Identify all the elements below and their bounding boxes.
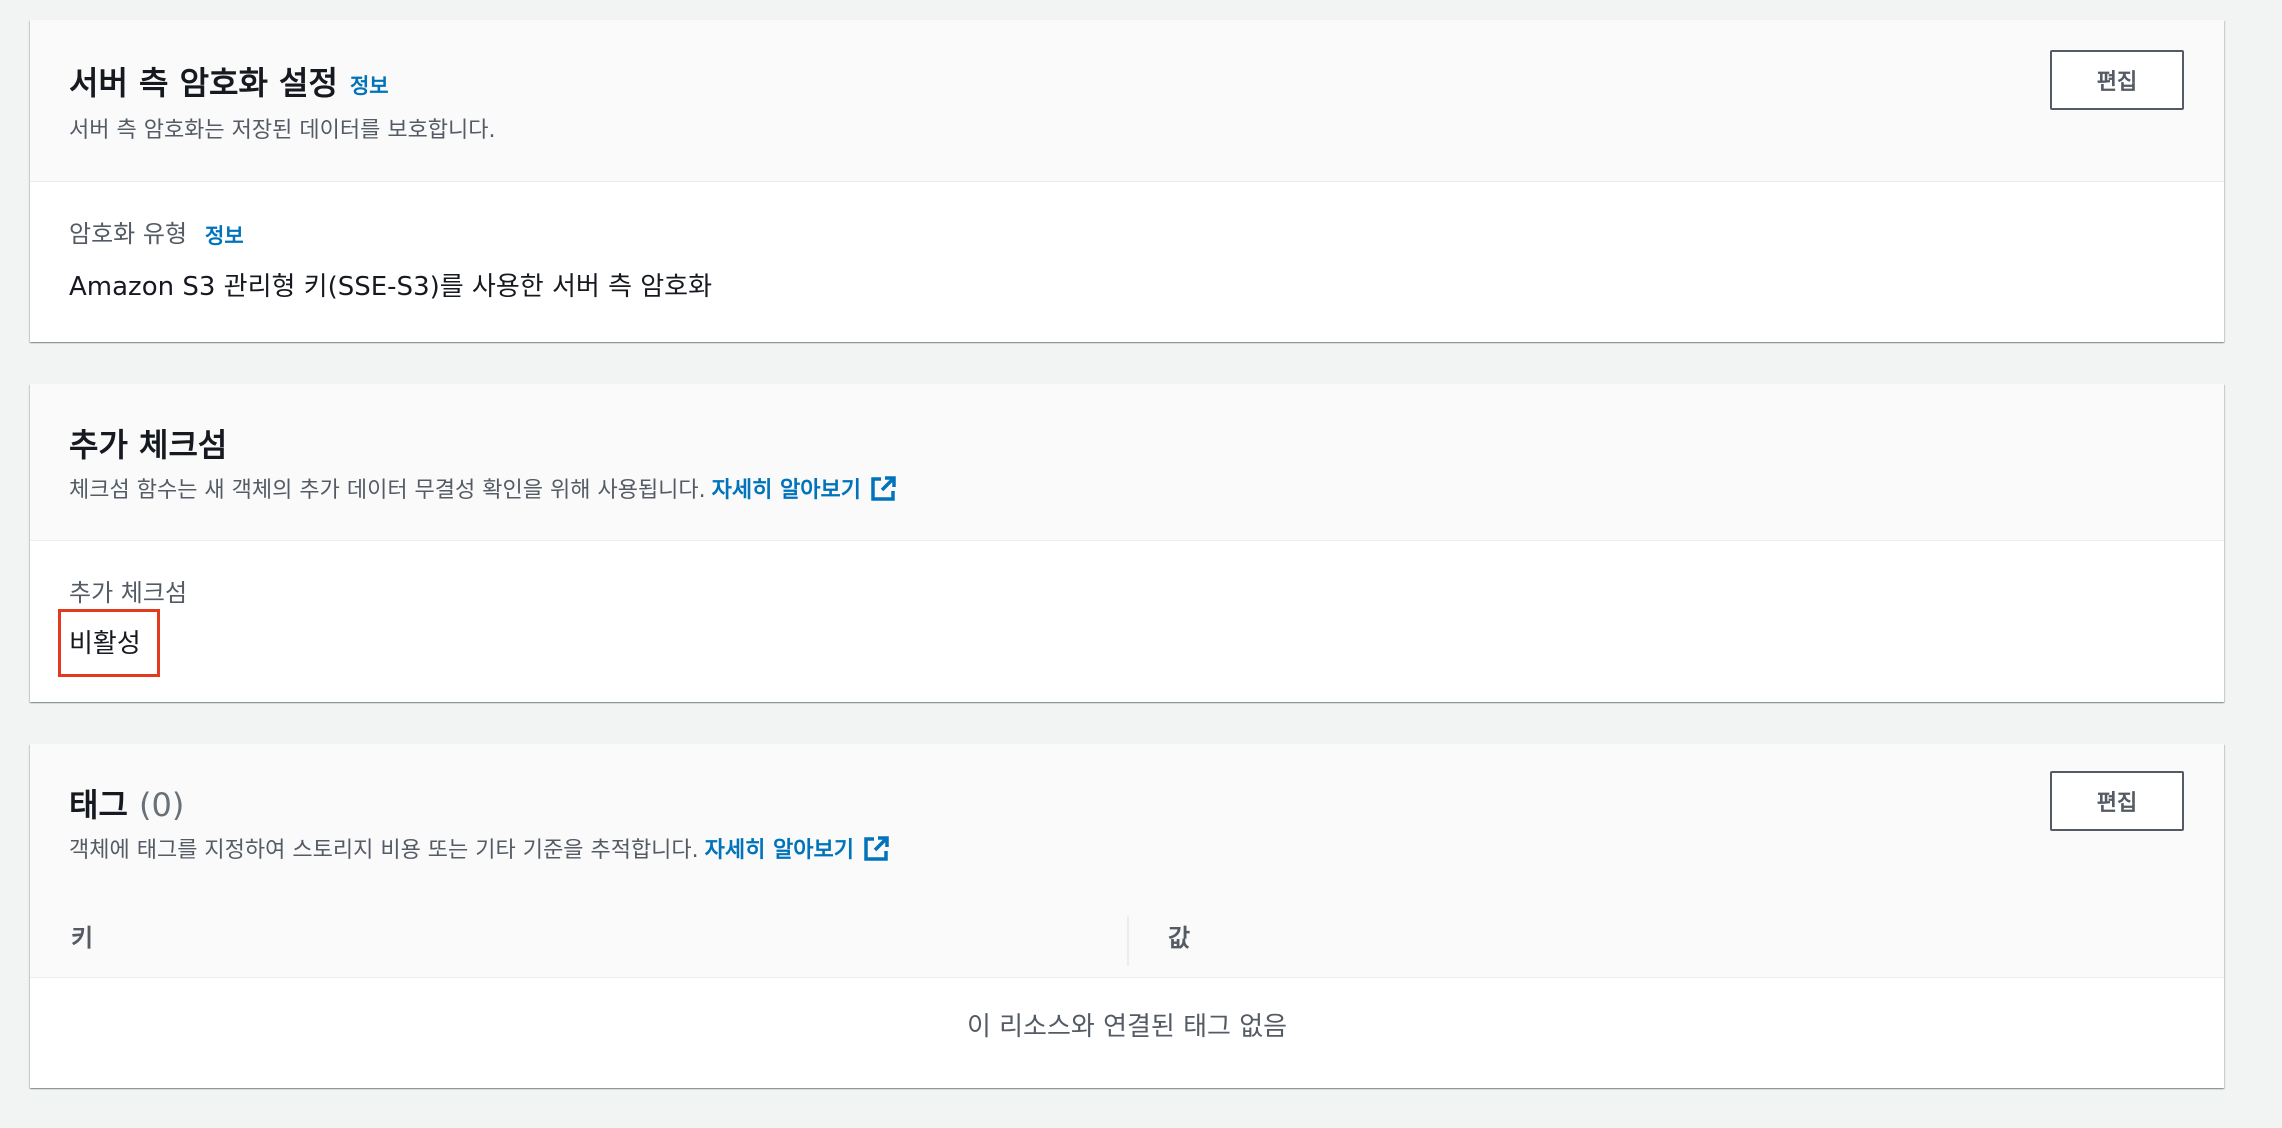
checksum-description: 체크섬 함수는 새 객체의 추가 데이터 무결성 확인을 위해 사용됩니다. [69, 478, 706, 503]
tags-panel: 태그 (0) 객체에 태그를 지정하여 스토리지 비용 또는 기타 기준을 추적… [30, 744, 2224, 1088]
panel-title: 서버 측 암호화 설정 정보 [69, 58, 389, 104]
tags-learn-more-link[interactable]: 자세히 알아보기 [704, 836, 890, 863]
tags-title: 태그 [69, 786, 128, 824]
tags-learn-more-label: 자세히 알아보기 [704, 838, 855, 863]
external-link-icon [869, 475, 897, 509]
encryption-edit-button[interactable]: 편집 [2050, 50, 2184, 110]
tags-edit-button[interactable]: 편집 [2050, 771, 2184, 831]
encryption-type-label: 암호화 유형 정보 [69, 214, 244, 250]
column-header-value[interactable]: 값 [1168, 898, 1190, 978]
column-divider [1127, 916, 1129, 966]
checksum-panel: 추가 체크섬 체크섬 함수는 새 객체의 추가 데이터 무결성 확인을 위해 사… [30, 384, 2224, 702]
checksum-panel-header: 추가 체크섬 체크섬 함수는 새 객체의 추가 데이터 무결성 확인을 위해 사… [30, 384, 2224, 541]
encryption-panel-body: 암호화 유형 정보 Amazon S3 관리형 키(SSE-S3)를 사용한 서버… [30, 182, 2224, 342]
encryption-description: 서버 측 암호화는 저장된 데이터를 보호합니다. [69, 118, 496, 143]
highlight-box [58, 609, 160, 677]
checksum-title: 추가 체크섬 [69, 426, 228, 464]
checksum-field-label: 추가 체크섬 [69, 579, 188, 607]
external-link-icon [862, 835, 890, 869]
checksum-learn-more-link[interactable]: 자세히 알아보기 [711, 476, 897, 503]
encryption-title: 서버 측 암호화 설정 [69, 64, 338, 102]
encryption-type-info-link[interactable]: 정보 [205, 224, 244, 248]
encryption-panel-header: 서버 측 암호화 설정 정보 서버 측 암호화는 저장된 데이터를 보호합니다. … [30, 20, 2224, 182]
tags-empty-message: 이 리소스와 연결된 태그 없음 [966, 1012, 1288, 1042]
encryption-info-link[interactable]: 정보 [350, 74, 389, 98]
tags-panel-header: 태그 (0) 객체에 태그를 지정하여 스토리지 비용 또는 기타 기준을 추적… [30, 744, 2224, 978]
column-header-key[interactable]: 키 [71, 898, 93, 978]
checksum-description-row: 체크섬 함수는 새 객체의 추가 데이터 무결성 확인을 위해 사용됩니다. 자세… [69, 472, 897, 509]
tags-count: (0) [139, 786, 185, 824]
checksum-learn-more-label: 자세히 알아보기 [711, 478, 861, 503]
tags-title-row: 태그 (0) [69, 780, 184, 826]
tags-description: 객체에 태그를 지정하여 스토리지 비용 또는 기타 기준을 추적합니다. [69, 838, 699, 863]
tags-table-header: 키 값 [30, 898, 2224, 978]
tags-description-row: 객체에 태그를 지정하여 스토리지 비용 또는 기타 기준을 추적합니다. 자세히… [69, 832, 890, 869]
checksum-panel-body: 추가 체크섬 비활성 [30, 541, 2224, 702]
tags-panel-body: 이 리소스와 연결된 태그 없음 [30, 978, 2224, 1088]
encryption-type-label-text: 암호화 유형 [69, 220, 188, 248]
encryption-type-value: Amazon S3 관리형 키(SSE-S3)를 사용한 서버 측 암호화 [69, 272, 713, 302]
encryption-panel: 서버 측 암호화 설정 정보 서버 측 암호화는 저장된 데이터를 보호합니다. … [30, 20, 2224, 342]
